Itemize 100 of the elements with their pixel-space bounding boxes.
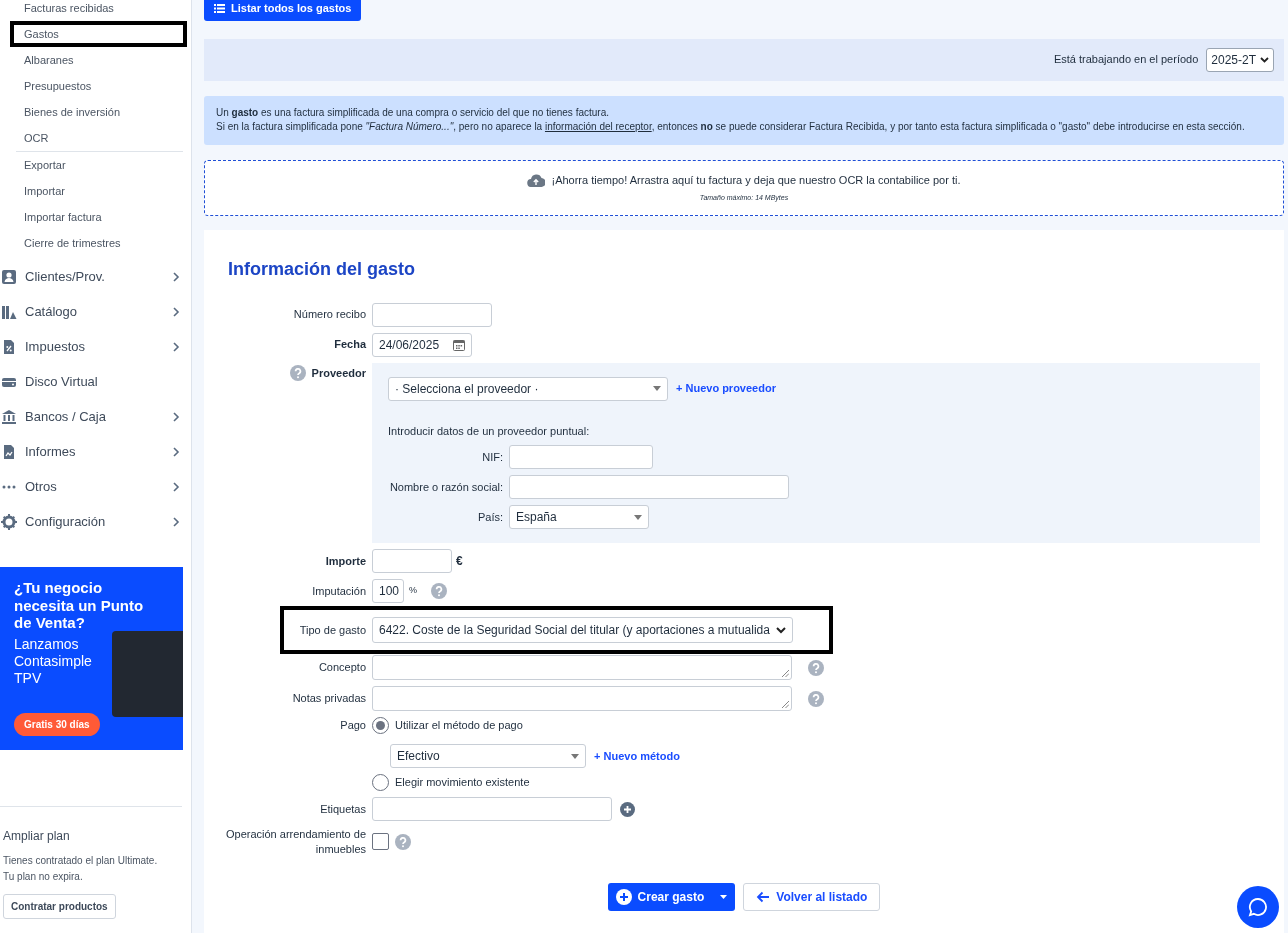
new-method-link[interactable]: + Nuevo método	[594, 747, 680, 765]
chevron-right-icon	[171, 515, 181, 528]
help-icon	[808, 659, 824, 676]
caret-icon	[634, 514, 642, 520]
amount-input[interactable]	[372, 549, 452, 573]
list-button[interactable]: Listar todos los gastos	[204, 0, 362, 21]
menu-item[interactable]: Otros	[0, 469, 191, 504]
menu-item[interactable]: Informes	[0, 434, 191, 469]
field-label: NIF:	[481, 449, 504, 465]
new-supplier-link[interactable]: + Nuevo proveedor	[676, 380, 776, 397]
field-label: Etiquetas	[320, 801, 366, 817]
field-label: Operación arrendamiento de inmuebles	[224, 827, 366, 857]
supplier-select[interactable]: · Selecciona el proveedor ·	[388, 376, 668, 401]
menu-item[interactable]: Disco Virtual	[0, 364, 191, 399]
panel-text: Introducir datos de un proveedor puntual:	[388, 423, 591, 439]
chevron-right-icon	[171, 305, 181, 318]
help-icon	[395, 833, 411, 850]
plan-text: Tu plan no expira.	[3, 869, 84, 884]
menu-item[interactable]: Bancos / Caja	[0, 399, 191, 434]
resize-grip-icon[interactable]	[782, 670, 789, 677]
plan-title: Ampliar plan	[3, 828, 71, 845]
submenu-item[interactable]: Gastos	[10, 21, 187, 47]
settings-icon	[1, 513, 17, 530]
field-label: Concepto	[318, 660, 366, 676]
submenu-item[interactable]: Facturas recibidas	[10, 0, 187, 21]
submenu-item[interactable]: Cierre de trimestres	[10, 230, 187, 256]
dots-icon	[1, 484, 17, 489]
checkbox[interactable]	[372, 833, 389, 851]
period-select[interactable]: 2025-2T	[1206, 47, 1274, 72]
back-button[interactable]: Volver al listado	[743, 882, 881, 911]
chat-button[interactable]	[1237, 886, 1279, 928]
field-label: Nombre o razón social:	[388, 479, 504, 495]
promo-headline: ¿Tu negocio necesita un Punto de Venta?	[14, 579, 145, 633]
field-label: Proveedor	[311, 365, 366, 381]
chevron-right-icon	[171, 270, 181, 283]
field-label: Pago	[340, 718, 366, 733]
help-icon	[808, 690, 824, 707]
form-title: Información del gasto	[228, 257, 417, 281]
unit-label: %	[409, 584, 417, 598]
calendar-icon	[453, 338, 465, 351]
menu-item[interactable]: Impuestos	[0, 329, 191, 364]
bank-icon	[1, 408, 17, 425]
option-label: Elegir movimiento existente	[395, 775, 530, 791]
plus-circle-icon	[615, 888, 632, 905]
chevron-down-icon	[1260, 56, 1269, 63]
plan-text: Tienes contratado el plan Ultimate.	[3, 854, 159, 868]
caret-icon	[653, 386, 661, 391]
submenu-item[interactable]: Albaranes	[10, 47, 187, 73]
caret-icon	[720, 894, 728, 899]
text-area[interactable]	[372, 686, 792, 711]
dropzone-text: ¡Ahorra tiempo! Arrastra aquí tu factura y deja que nuestro OCR la contabilice por ti.	[551, 173, 961, 188]
catalog-icon	[1, 303, 17, 320]
field-label: Tipo de gasto	[299, 622, 366, 638]
unit-label: €	[456, 553, 463, 570]
menu-item[interactable]: Catálogo	[0, 294, 191, 329]
text-input[interactable]	[509, 475, 789, 499]
cloud-upload-icon	[527, 173, 546, 187]
tags-input[interactable]	[372, 797, 612, 821]
menu-item[interactable]: Configuración	[0, 504, 191, 539]
submenu-item[interactable]: OCR	[10, 125, 187, 151]
text-input[interactable]	[372, 302, 492, 327]
products-button[interactable]: Contratar productos	[3, 894, 116, 919]
submenu-item[interactable]: Presupuestos	[10, 73, 187, 99]
resize-grip-icon[interactable]	[782, 701, 789, 708]
field-label: Número recibo	[293, 307, 366, 323]
submenu-item[interactable]: Importar	[10, 178, 187, 204]
radio-button[interactable]	[372, 774, 389, 791]
chevron-down-icon	[775, 626, 786, 634]
period-label: Está trabajando en el período	[1053, 52, 1199, 68]
field-label: País:	[476, 509, 504, 525]
submenu-item[interactable]: Exportar	[10, 152, 187, 178]
chat-bubble-icon	[1248, 897, 1268, 917]
help-icon	[431, 583, 447, 599]
text-input[interactable]	[509, 445, 653, 469]
option-label: Utilizar el método de pago	[395, 718, 523, 734]
list-icon	[214, 3, 225, 13]
chevron-right-icon	[171, 410, 181, 423]
promo-banner[interactable]: ¿Tu negocio necesita un Punto de Venta? Lanzamos Contasimple TPV Gratis 30 días	[0, 567, 183, 750]
info-text: Si en la factura simplificada pone "Factura Número...", pero no aparece la información del receptor, entonces no se puede considerar Factura Recibida, y por tanto esta factura simplificada o "gasto" debe introducirse en esta sección.	[216, 120, 1246, 134]
add-icon	[620, 801, 635, 817]
field-label: Imputación	[312, 583, 366, 599]
payment-method-select[interactable]: Efectivo	[390, 744, 586, 768]
text-area[interactable]	[372, 655, 792, 680]
menu-item[interactable]: Clientes/Prov.	[0, 259, 191, 294]
submenu-item[interactable]: Bienes de inversión	[10, 99, 187, 125]
field-label: Notas privadas	[292, 691, 366, 707]
field-label: Importe	[325, 553, 366, 569]
caret-icon	[571, 753, 579, 759]
date-input[interactable]: 24/06/2025	[372, 332, 472, 357]
percent-input[interactable]: 100	[372, 579, 404, 603]
submenu-item[interactable]: Importar factura	[10, 204, 187, 230]
country-select[interactable]: España	[509, 505, 649, 529]
chevron-right-icon	[171, 340, 181, 353]
radio-button[interactable]	[372, 717, 389, 734]
info-text: Un gasto es una factura simplificada de una compra o servicio del que no tienes factura.	[216, 105, 610, 120]
help-icon	[289, 364, 306, 381]
receptor-link[interactable]: información del receptor	[544, 121, 652, 132]
create-button[interactable]: Crear gasto	[607, 882, 736, 911]
field-label: Fecha	[334, 337, 366, 353]
expense-type-select[interactable]: 6422. Coste de la Seguridad Social del titular (y aportaciones a mutualida	[372, 617, 793, 643]
